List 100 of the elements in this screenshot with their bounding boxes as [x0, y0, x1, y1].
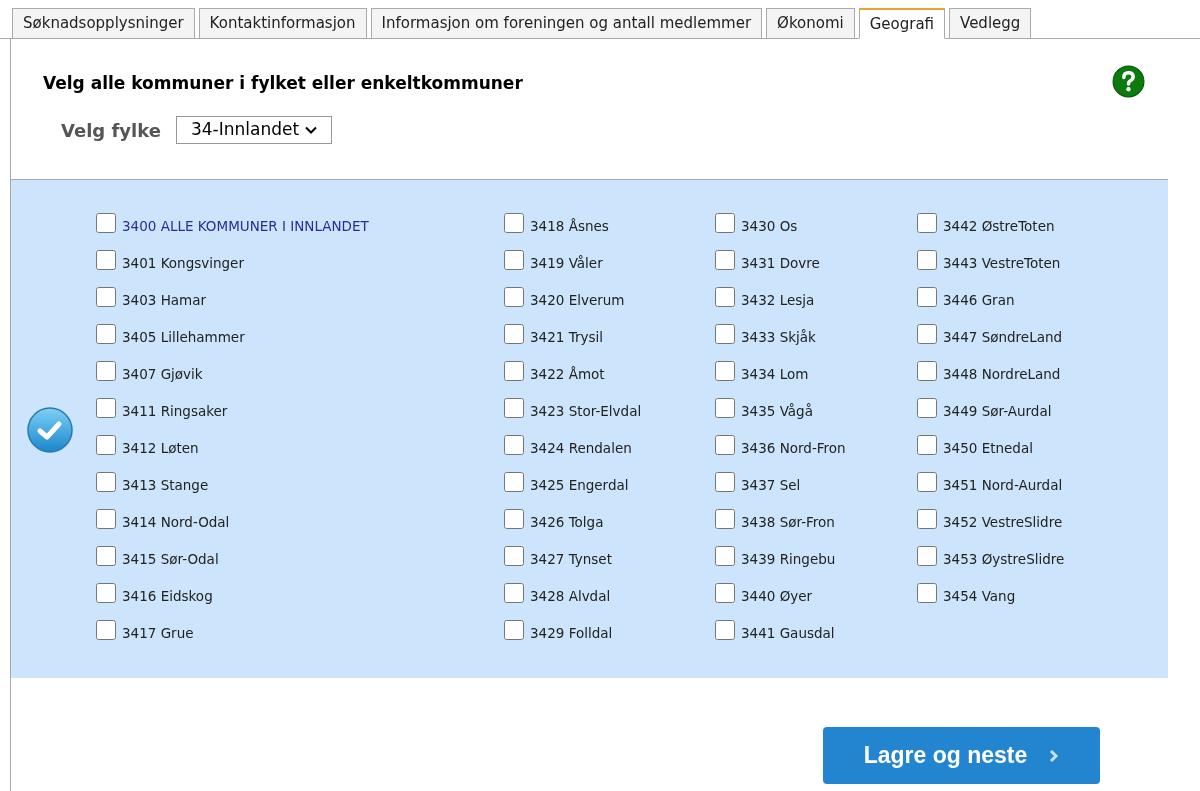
checkbox[interactable]: [715, 324, 735, 344]
tab[interactable]: Geografi: [858, 8, 946, 39]
municipality-label: 3434 Lom: [741, 364, 809, 384]
municipality-label: 3426 Tolga: [530, 512, 604, 532]
checkbox[interactable]: [96, 398, 116, 418]
tab[interactable]: Kontaktinformasjon: [198, 8, 367, 38]
municipality-label: 3431 Dovre: [741, 253, 820, 273]
municipality-label: 3446 Gran: [943, 290, 1015, 310]
help-icon[interactable]: [1112, 65, 1145, 98]
municipality-label: 3403 Hamar: [122, 290, 207, 310]
municipality-label: 3428 Alvdal: [530, 586, 611, 606]
municipality-label: 3412 Løten: [122, 438, 199, 458]
tab[interactable]: Søknadsopplysninger: [12, 8, 195, 38]
county-dropdown[interactable]: 34-Innlandet: [175, 116, 333, 144]
municipality-label: 3440 Øyer: [741, 586, 813, 606]
check-circle-icon[interactable]: [25, 405, 74, 455]
chevron-right-icon: [1049, 748, 1060, 763]
municipality-label: 3432 Lesja: [741, 290, 815, 310]
checkbox[interactable]: [504, 361, 524, 381]
municipality-label: 3405 Lillehammer: [122, 327, 245, 347]
municipality-label: 3407 Gjøvik: [122, 364, 203, 384]
municipality-label: 3421 Trysil: [530, 327, 603, 347]
checkbox[interactable]: [504, 509, 524, 529]
checkbox[interactable]: [504, 472, 524, 492]
checkbox[interactable]: [504, 435, 524, 455]
checkbox[interactable]: [96, 287, 116, 307]
checkbox[interactable]: [504, 620, 524, 640]
municipality-label: 3429 Folldal: [530, 623, 613, 643]
municipality-label: 3437 Sel: [741, 475, 801, 495]
chevron-down-icon: [305, 126, 318, 134]
checkbox[interactable]: [917, 213, 937, 233]
municipality-label: 3453 ØystreSlidre: [943, 549, 1065, 569]
checkbox[interactable]: [917, 472, 937, 492]
municipality-label: 3414 Nord-Odal: [122, 512, 230, 532]
checkbox[interactable]: [96, 361, 116, 381]
municipality-label: 3439 Ringebu: [741, 549, 836, 569]
municipality-label: 3451 Nord-Aurdal: [943, 475, 1063, 495]
checkbox[interactable]: [504, 398, 524, 418]
municipality-label: 3411 Ringsaker: [122, 401, 228, 421]
section-heading: Velg alle kommuner i fylket eller enkeltkommuner: [43, 71, 523, 95]
checkbox[interactable]: [504, 213, 524, 233]
checkbox[interactable]: [715, 472, 735, 492]
checkbox[interactable]: [504, 324, 524, 344]
municipality-label: 3401 Kongsvinger: [122, 253, 244, 273]
municipality-label: 3448 NordreLand: [943, 364, 1061, 384]
municipality-label: 3418 Åsnes: [530, 216, 609, 236]
save-next-button[interactable]: Lagre og neste: [823, 727, 1100, 784]
checkbox[interactable]: [715, 546, 735, 566]
checkbox[interactable]: [917, 546, 937, 566]
municipality-label: 3447 SøndreLand: [943, 327, 1063, 347]
checkbox[interactable]: [917, 361, 937, 381]
tab[interactable]: Informasjon om foreningen og antall medlemmer: [370, 8, 763, 38]
checkbox[interactable]: [96, 213, 116, 233]
municipality-label: 3416 Eidskog: [122, 586, 213, 606]
municipality-label: 3452 VestreSlidre: [943, 512, 1063, 532]
checkbox[interactable]: [504, 287, 524, 307]
municipality-label: 3424 Rendalen: [530, 438, 632, 458]
checkbox[interactable]: [96, 324, 116, 344]
checkbox[interactable]: [504, 250, 524, 270]
checkbox[interactable]: [715, 620, 735, 640]
checkbox[interactable]: [715, 287, 735, 307]
checkbox[interactable]: [96, 250, 116, 270]
checkbox[interactable]: [715, 509, 735, 529]
municipality-label: 3415 Sør-Odal: [122, 549, 219, 569]
checkbox[interactable]: [504, 583, 524, 603]
municipality-label: 3419 Våler: [530, 253, 603, 273]
checkbox[interactable]: [96, 509, 116, 529]
municipality-label: 3435 Vågå: [741, 401, 813, 421]
checkbox[interactable]: [917, 250, 937, 270]
checkbox[interactable]: [96, 583, 116, 603]
municipality-label: 3417 Grue: [122, 623, 194, 643]
municipality-label: 3454 Vang: [943, 586, 1016, 606]
tab[interactable]: Vedlegg: [949, 8, 1032, 38]
tab[interactable]: Økonomi: [766, 8, 855, 38]
checkbox[interactable]: [96, 472, 116, 492]
checkbox[interactable]: [917, 435, 937, 455]
checkbox[interactable]: [715, 435, 735, 455]
municipality-label: 3413 Stange: [122, 475, 209, 495]
checkbox[interactable]: [917, 509, 937, 529]
checkbox[interactable]: [917, 583, 937, 603]
checkbox[interactable]: [96, 546, 116, 566]
checkbox[interactable]: [96, 620, 116, 640]
checkbox[interactable]: [715, 213, 735, 233]
checkbox[interactable]: [715, 361, 735, 381]
checkbox[interactable]: [715, 398, 735, 418]
checkbox[interactable]: [504, 546, 524, 566]
municipality-label: 3420 Elverum: [530, 290, 625, 310]
municipality-label: 3433 Skjåk: [741, 327, 816, 347]
municipality-label: 3443 VestreToten: [943, 253, 1061, 273]
municipality-label: 3436 Nord-Fron: [741, 438, 846, 458]
checkbox[interactable]: [917, 287, 937, 307]
checkbox[interactable]: [715, 583, 735, 603]
municipality-label: 3441 Gausdal: [741, 623, 835, 643]
checkbox[interactable]: [917, 398, 937, 418]
municipality-label: 3400 ALLE KOMMUNER I INNLANDET: [122, 216, 369, 236]
checkbox[interactable]: [715, 250, 735, 270]
checkbox[interactable]: [96, 435, 116, 455]
checkbox[interactable]: [917, 324, 937, 344]
municipality-label: 3438 Sør-Fron: [741, 512, 835, 532]
municipality-label: 3449 Sør-Aurdal: [943, 401, 1052, 421]
